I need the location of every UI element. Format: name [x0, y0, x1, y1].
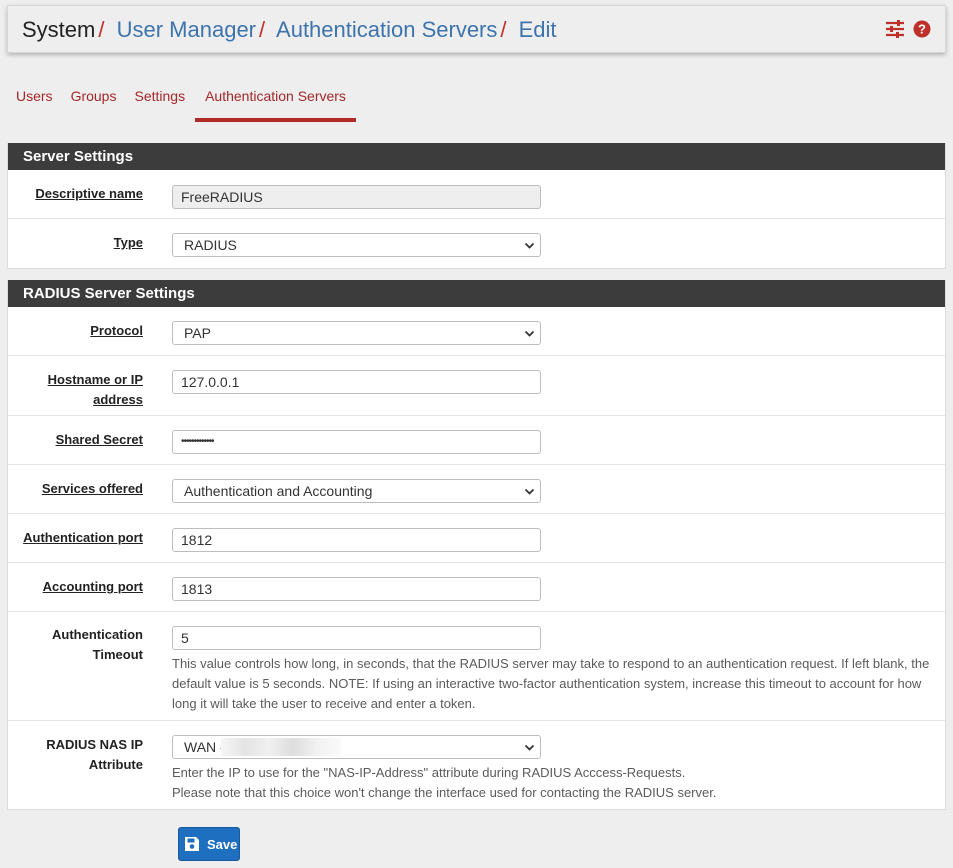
save-button-label: Save	[207, 836, 238, 852]
tab-users[interactable]: Users	[7, 78, 62, 122]
form-row-accounting-port: Accounting port 1813	[8, 563, 945, 612]
page-header: System / User Manager / Authentication Ser…	[7, 5, 946, 53]
sliders-icon[interactable]	[885, 20, 905, 38]
hostname-label-line2: address	[93, 392, 143, 407]
form-row-type: Type RADIUS	[8, 219, 945, 268]
form-row-shared-secret: Shared Secret •••••••••••••	[8, 416, 945, 465]
form-row-authentication-timeout: Authentication Timeout 5 This value cont…	[8, 612, 945, 721]
authentication-port-label: Authentication port	[23, 530, 143, 545]
services-offered-value: Authentication and Accounting	[184, 483, 373, 499]
authentication-timeout-input[interactable]: 5	[172, 626, 541, 650]
shared-secret-label: Shared Secret	[55, 432, 143, 447]
authentication-timeout-label-line2: Timeout	[92, 647, 143, 662]
chevron-down-icon	[524, 242, 535, 249]
form-row-services-offered: Services offered Authentication and Acco…	[8, 465, 945, 514]
panel-title: RADIUS Server Settings	[8, 280, 945, 307]
shared-secret-input[interactable]: •••••••••••••	[172, 430, 541, 454]
form-row-protocol: Protocol PAP	[8, 307, 945, 356]
hostname-input[interactable]: 127.0.0.1	[172, 370, 541, 394]
help-icon[interactable]: ?	[913, 20, 931, 38]
accounting-port-label: Accounting port	[42, 579, 143, 594]
radius-settings-panel: RADIUS Server Settings Protocol PAP Host…	[7, 280, 946, 810]
svg-text:?: ?	[918, 22, 926, 37]
tab-authentication-servers[interactable]: Authentication Servers	[195, 78, 356, 122]
tab-settings[interactable]: Settings	[125, 78, 194, 122]
form-row-nas-ip-attribute: RADIUS NAS IP Attribute WAN - Enter the …	[8, 721, 945, 809]
breadcrumb-separator: /	[259, 17, 266, 42]
chevron-down-icon	[524, 330, 535, 337]
type-label: Type	[113, 235, 143, 250]
nas-ip-label-line2: Attribute	[88, 757, 143, 772]
nas-ip-help-line1: Enter the IP to use for the "NAS-IP-Addr…	[172, 765, 686, 780]
nas-ip-select[interactable]: WAN -	[172, 735, 541, 759]
breadcrumb-user-manager[interactable]: User Manager	[117, 17, 256, 42]
authentication-timeout-label-line1: Authentication	[52, 627, 143, 642]
breadcrumb: System / User Manager / Authentication Ser…	[22, 16, 557, 44]
form-row-hostname: Hostname or IP address 127.0.0.1	[8, 356, 945, 416]
services-offered-select[interactable]: Authentication and Accounting	[172, 479, 541, 503]
protocol-label: Protocol	[90, 323, 143, 338]
form-row-descriptive-name: Descriptive name FreeRADIUS	[8, 170, 945, 219]
form-row-authentication-port: Authentication port 1812	[8, 514, 945, 563]
descriptive-name-label: Descriptive name	[35, 186, 143, 201]
tab-groups[interactable]: Groups	[62, 78, 126, 122]
type-select-value: RADIUS	[184, 237, 237, 253]
protocol-select[interactable]: PAP	[172, 321, 541, 345]
services-offered-label: Services offered	[41, 481, 143, 496]
authentication-port-input[interactable]: 1812	[172, 528, 541, 552]
breadcrumb-system: System	[22, 17, 96, 42]
panel-title: Server Settings	[8, 143, 945, 170]
chevron-down-icon	[524, 488, 535, 495]
nas-ip-label-line1: RADIUS NAS IP	[46, 737, 143, 752]
breadcrumb-separator: /	[98, 17, 105, 42]
save-button[interactable]: Save	[178, 827, 240, 861]
descriptive-name-input[interactable]: FreeRADIUS	[172, 185, 541, 209]
breadcrumb-separator: /	[500, 17, 507, 42]
header-icons: ?	[885, 20, 931, 38]
accounting-port-input[interactable]: 1813	[172, 577, 541, 601]
nas-ip-help-line2: Please note that this choice won't chang…	[172, 785, 717, 800]
server-settings-panel: Server Settings Descriptive name FreeRAD…	[7, 143, 946, 269]
save-icon	[185, 837, 199, 851]
tab-bar: Users Groups Settings Authentication Ser…	[7, 78, 356, 122]
protocol-select-value: PAP	[184, 325, 211, 341]
nas-ip-select-value: WAN -	[184, 739, 225, 755]
hostname-label-line1: Hostname or IP	[47, 372, 143, 387]
breadcrumb-authentication-servers[interactable]: Authentication Servers	[276, 17, 497, 42]
redacted-ip	[221, 738, 341, 756]
chevron-down-icon	[524, 744, 535, 751]
type-select[interactable]: RADIUS	[172, 233, 541, 257]
breadcrumb-edit[interactable]: Edit	[519, 17, 557, 42]
authentication-timeout-help: This value controls how long, in seconds…	[172, 656, 930, 711]
